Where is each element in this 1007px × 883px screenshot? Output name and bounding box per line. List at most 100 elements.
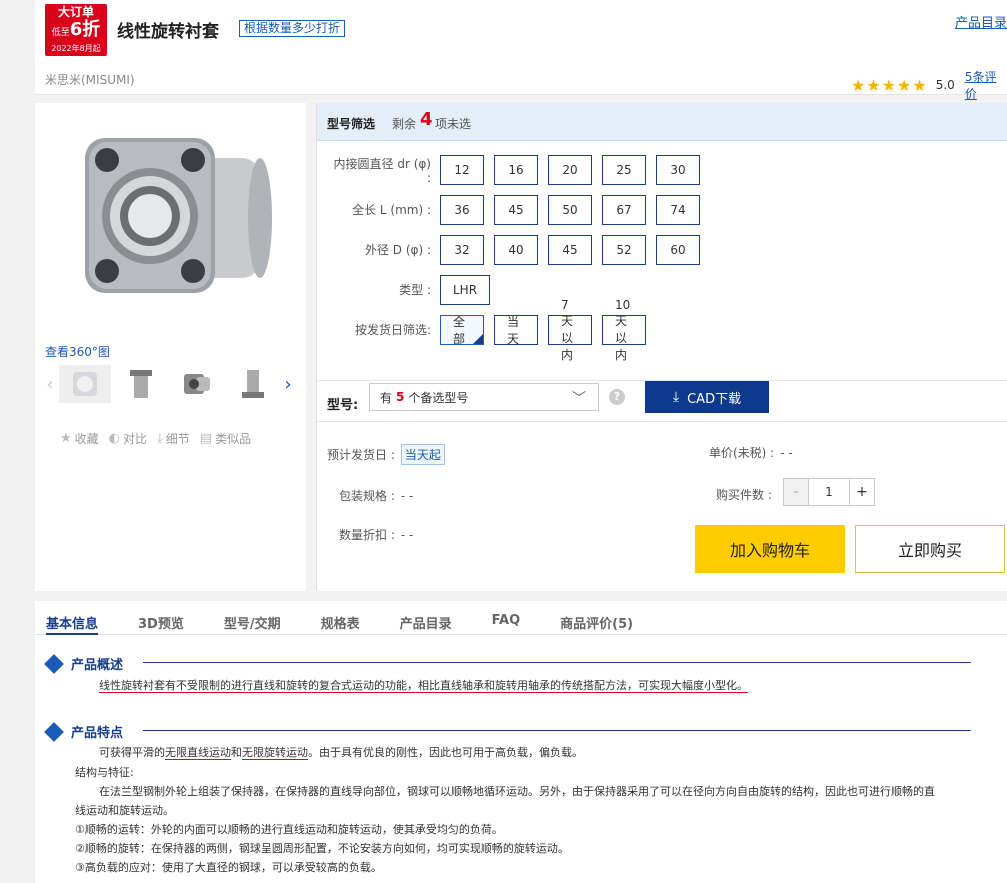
tab-3d-preview[interactable]: 3D预览 bbox=[138, 601, 184, 635]
option-button[interactable]: 25 bbox=[602, 155, 646, 185]
chevron-left-icon[interactable]: ‹ bbox=[43, 374, 57, 395]
filter-label: 外径 D (φ) : bbox=[364, 243, 431, 257]
tab-catalog[interactable]: 产品目录 bbox=[400, 601, 452, 635]
quantity-label: 购买件数 : bbox=[716, 488, 772, 502]
product-image[interactable] bbox=[75, 128, 275, 308]
brand-name: 米思米(MISUMI) bbox=[45, 73, 135, 87]
package-spec: 包装规格 :- - bbox=[339, 489, 414, 503]
quantity-stepper: - 1 + bbox=[783, 478, 875, 506]
tab-basic-info[interactable]: 基本信息 bbox=[46, 601, 99, 635]
remaining-count: 4 bbox=[420, 109, 433, 130]
option-button[interactable]: LHR bbox=[440, 275, 491, 305]
remaining-prefix: 剩余 bbox=[392, 117, 417, 131]
remaining-suffix: 项未选 bbox=[435, 117, 472, 131]
product-header: 大订单 低至6折 2022年8月起 线性旋转衬套 根据数量多少打折 产品目录 米… bbox=[35, 0, 1007, 101]
quantity-minus-button[interactable]: - bbox=[783, 478, 809, 506]
similar-icon: ▤ bbox=[199, 431, 213, 446]
ship-date-value: 当天起 bbox=[400, 444, 445, 465]
tab-spec-table[interactable]: 规格表 bbox=[321, 601, 360, 635]
filter-title: 型号筛选 bbox=[327, 117, 376, 131]
tab-reviews[interactable]: 商品评价(5) bbox=[560, 601, 633, 635]
quantity-input[interactable]: 1 bbox=[809, 478, 849, 506]
option-button[interactable]: 30 bbox=[656, 155, 700, 185]
product-gallery: 查看360°图 ‹ › ★ 收藏 ◐ 对比 ⤓ 细节 ▤ 类似品 bbox=[35, 103, 306, 591]
bulk-discount-badge[interactable]: 大订单 低至6折 2022年8月起 bbox=[45, 4, 107, 56]
download-icon: ⤓ bbox=[672, 389, 680, 405]
compare-button[interactable]: ◐ 对比 bbox=[109, 430, 147, 447]
option-button[interactable]: 52 bbox=[602, 235, 646, 265]
tab-model-delivery[interactable]: 型号/交期 bbox=[224, 601, 281, 635]
filter-label: 全长 L (mm) : bbox=[352, 203, 431, 217]
configurator: 型号筛选 剩余 4 项未选 内接圆直径 dr (φ): 12 16 20 25 … bbox=[316, 103, 1007, 591]
star-icon: ★ bbox=[851, 75, 866, 95]
features-line: 线运动和旋转运动。 bbox=[75, 804, 174, 817]
overview-heading: 产品概述 bbox=[44, 653, 123, 674]
option-button[interactable]: 10天以内 bbox=[602, 298, 646, 362]
star-icon: ★ bbox=[897, 75, 912, 95]
catalog-link[interactable]: 产品目录 bbox=[955, 12, 1007, 31]
divider bbox=[143, 662, 971, 663]
features-line: ①顺畅的运转：外轮的内面可以顺畅的进行直线运动和旋转运动，使其承受均匀的负荷。 bbox=[75, 823, 503, 836]
thumbnail-strip: ‹ › bbox=[43, 365, 295, 403]
quantity-plus-button[interactable]: + bbox=[849, 478, 875, 506]
option-button[interactable]: 67 bbox=[602, 195, 646, 225]
rating: ★ ★ ★ ★ ★ 5.0 5条评价 bbox=[851, 68, 1007, 102]
option-button[interactable]: 当天 bbox=[494, 315, 538, 346]
chevron-right-icon[interactable]: › bbox=[281, 374, 295, 395]
reviews-link[interactable]: 5条评价 bbox=[965, 68, 1007, 102]
help-icon[interactable]: ? bbox=[609, 389, 625, 405]
badge-line3: 2022年8月起 bbox=[51, 44, 101, 53]
purchase-info: 预计发货日 : 当天起 包装规格 :- - 数量折扣 :- - 单价(未税) :-… bbox=[317, 421, 1007, 591]
badge-line1: 大订单 bbox=[57, 5, 94, 19]
thumbnail[interactable] bbox=[227, 365, 279, 403]
model-select[interactable]: 有 5 个备选型号 ﹀ bbox=[369, 383, 599, 411]
cad-download-button[interactable]: ⤓ CAD下载 bbox=[645, 381, 769, 413]
divider bbox=[143, 730, 971, 731]
model-label: 型号: bbox=[327, 398, 359, 413]
tab-faq[interactable]: FAQ bbox=[492, 601, 521, 635]
diamond-icon bbox=[44, 653, 64, 674]
features-line: ③高负载的应对：使用了大直径的钢球，可以承受较高的负载。 bbox=[75, 861, 382, 874]
option-button-selected[interactable]: 全部 bbox=[440, 315, 484, 346]
badge-line2: 低至6折 bbox=[51, 19, 101, 40]
discount-tag[interactable]: 根据数量多少打折 bbox=[239, 20, 346, 37]
detail-button[interactable]: ⤓ 细节 bbox=[157, 430, 190, 447]
option-button[interactable]: 74 bbox=[656, 195, 700, 225]
buy-now-button[interactable]: 立即购买 bbox=[855, 525, 1005, 573]
view-360-link[interactable]: 查看360°图 bbox=[45, 343, 110, 360]
filter-label: 内接圆直径 dr (φ): bbox=[333, 157, 431, 185]
overview-text: 线性旋转衬套有不受限制的进行直线和旋转的复合式运动的功能，相比直线轴承和旋转用轴… bbox=[99, 679, 748, 693]
option-button[interactable]: 60 bbox=[656, 235, 700, 265]
download-icon: ⤓ bbox=[157, 431, 163, 446]
features-heading: 产品特点 bbox=[44, 721, 123, 742]
option-button[interactable]: 7天以内 bbox=[548, 298, 592, 362]
thumbnail[interactable] bbox=[171, 365, 223, 403]
option-button[interactable]: 45 bbox=[548, 235, 592, 265]
compare-icon: ◐ bbox=[108, 431, 121, 446]
ship-date: 预计发货日 : 当天起 bbox=[327, 444, 445, 465]
quantity-discount: 数量折扣 :- - bbox=[339, 528, 414, 542]
option-button[interactable]: 32 bbox=[440, 235, 484, 265]
chevron-down-icon: ﹀ bbox=[572, 391, 586, 407]
diamond-icon bbox=[44, 721, 64, 742]
model-row: 型号: 有 5 个备选型号 ﹀ ? ⤓ CAD下载 bbox=[317, 380, 1007, 420]
option-button[interactable]: 45 bbox=[494, 195, 538, 225]
similar-button[interactable]: ▤ 类似品 bbox=[200, 430, 251, 447]
option-button[interactable]: 40 bbox=[494, 235, 538, 265]
thumbnail[interactable] bbox=[59, 365, 111, 403]
filter-label: 类型 : bbox=[399, 283, 431, 297]
option-button[interactable]: 50 bbox=[548, 195, 592, 225]
thumbnail[interactable] bbox=[115, 365, 167, 403]
option-button[interactable]: 12 bbox=[440, 155, 484, 185]
add-to-cart-button[interactable]: 加入购物车 bbox=[695, 525, 845, 573]
favorite-button[interactable]: ★ 收藏 bbox=[60, 430, 99, 447]
gallery-actions: ★ 收藏 ◐ 对比 ⤓ 细节 ▤ 类似品 bbox=[60, 430, 261, 447]
option-button[interactable]: 20 bbox=[548, 155, 592, 185]
features-line: 结构与特征: bbox=[75, 766, 134, 779]
features-line: 在法兰型钢制外轮上组装了保持器，在保持器的直线导向部位，钢球可以顺畅地循环运动。… bbox=[99, 785, 935, 798]
option-button[interactable]: 36 bbox=[440, 195, 484, 225]
detail-tabs: 基本信息 3D预览 型号/交期 规格表 产品目录 FAQ 商品评价(5) bbox=[35, 601, 1007, 635]
star-icon: ★ bbox=[866, 75, 881, 95]
filter-label: 按发货日筛选: bbox=[354, 323, 431, 337]
option-button[interactable]: 16 bbox=[494, 155, 538, 185]
